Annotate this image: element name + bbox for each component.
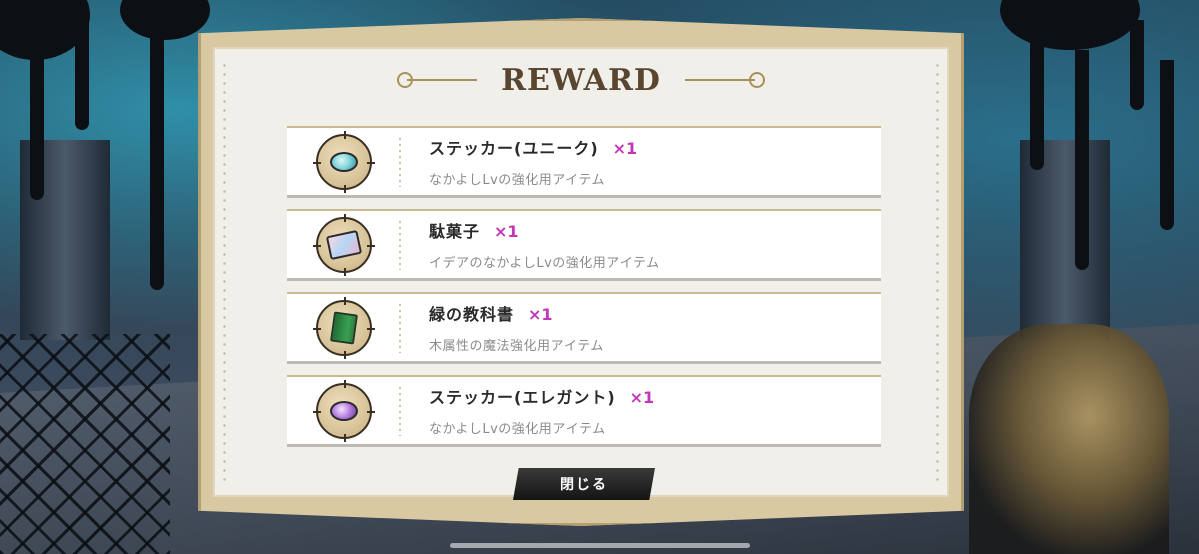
reward-quantity: ×1 xyxy=(528,305,553,324)
reward-description: イデアのなかよしLvの強化用アイテム xyxy=(429,256,660,271)
reward-name: ステッカー(ユニーク) xyxy=(429,139,599,158)
background-pillar-right xyxy=(1020,140,1110,340)
reward-item: 駄菓子 ×1 イデアのなかよしLvの強化用アイテム xyxy=(287,209,881,281)
ink-drip xyxy=(1030,30,1044,170)
sticker-unique-icon xyxy=(313,130,375,193)
reward-name-line: ステッカー(ユニーク) ×1 xyxy=(429,135,637,159)
reward-name: 駄菓子 xyxy=(429,222,481,241)
reward-item: ステッカー(エレガント) ×1 なかよしLvの強化用アイテム xyxy=(287,375,881,447)
sticker-elegant-icon xyxy=(313,379,375,442)
reward-icon-cell xyxy=(287,211,401,278)
reward-icon-cell xyxy=(287,377,401,444)
reward-item: 緑の教科書 ×1 木属性の魔法強化用アイテム xyxy=(287,292,881,364)
reward-list: ステッカー(ユニーク) ×1 なかよしLvの強化用アイテム 駄菓子 ×1 イデア… xyxy=(287,126,881,458)
ink-drip xyxy=(1130,20,1144,110)
reward-icon-cell xyxy=(287,128,401,195)
close-button[interactable]: 閉じる xyxy=(513,468,655,500)
ink-drip xyxy=(75,20,89,130)
reward-text: 緑の教科書 ×1 木属性の魔法強化用アイテム xyxy=(401,301,604,354)
reward-quantity: ×1 xyxy=(494,222,519,241)
dotted-border-right xyxy=(936,61,939,483)
reward-text: ステッカー(エレガント) ×1 なかよしLvの強化用アイテム xyxy=(401,384,654,437)
reward-description: なかよしLvの強化用アイテム xyxy=(429,422,606,437)
snack-art xyxy=(325,229,363,260)
green-textbook-icon xyxy=(313,296,375,359)
reward-quantity: ×1 xyxy=(612,139,638,158)
reward-name-line: 駄菓子 ×1 xyxy=(429,218,660,242)
reward-text: ステッカー(ユニーク) ×1 なかよしLvの強化用アイテム xyxy=(401,135,637,188)
dotted-border-left xyxy=(223,61,226,483)
background-ornament xyxy=(969,324,1169,554)
sticker-art xyxy=(330,151,358,172)
reward-name: 緑の教科書 xyxy=(429,305,515,324)
reward-text: 駄菓子 ×1 イデアのなかよしLvの強化用アイテム xyxy=(401,218,660,271)
reward-item: ステッカー(ユニーク) ×1 なかよしLvの強化用アイテム xyxy=(287,126,881,198)
reward-name-line: ステッカー(エレガント) ×1 xyxy=(429,384,654,408)
flourish-right-icon xyxy=(675,70,765,90)
reward-description: なかよしLvの強化用アイテム xyxy=(429,173,605,188)
reward-title: REWARD xyxy=(501,62,661,98)
ink-drip xyxy=(1160,60,1174,230)
reward-quantity: ×1 xyxy=(629,388,655,407)
ink-drip xyxy=(30,40,44,200)
background-net xyxy=(0,334,170,554)
snack-icon xyxy=(313,213,375,276)
sticker-art xyxy=(330,400,358,421)
reward-icon-cell xyxy=(287,294,401,361)
reward-dialog: REWARD ステッカー(ユニーク) ×1 なかよしLvの強化用アイテム 駄菓子… xyxy=(198,18,964,526)
flourish-left-icon xyxy=(397,70,487,90)
reward-name: ステッカー(エレガント) xyxy=(429,388,616,407)
book-art xyxy=(330,310,358,345)
reward-name-line: 緑の教科書 ×1 xyxy=(429,301,604,325)
ink-drip xyxy=(1075,50,1089,270)
reward-description: 木属性の魔法強化用アイテム xyxy=(429,339,604,354)
home-indicator xyxy=(450,543,750,548)
reward-title-bar: REWARD xyxy=(201,55,961,105)
ink-drip xyxy=(150,30,164,290)
